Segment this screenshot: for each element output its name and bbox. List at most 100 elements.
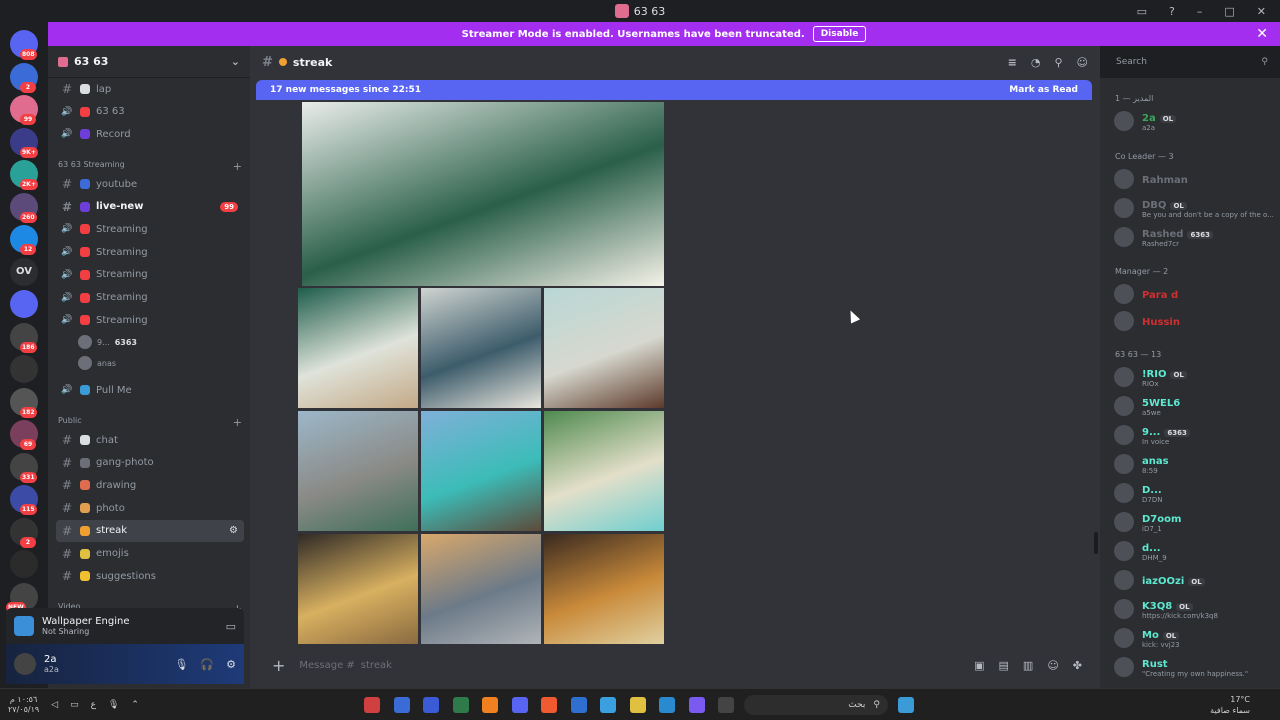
taskbar-app-icon[interactable] — [511, 697, 528, 713]
server-icon[interactable]: OV — [10, 257, 38, 286]
apps-icon[interactable]: ✤ — [1073, 659, 1082, 672]
taskbar-app-icon[interactable] — [423, 697, 439, 713]
disable-streamer-button[interactable]: Disable — [812, 26, 867, 42]
search-input[interactable]: Search ⚲ — [1110, 52, 1274, 72]
taskbar-app-icon[interactable] — [659, 697, 675, 713]
channel-voice[interactable]: 🔊 Pull Me — [56, 379, 244, 401]
threads-icon[interactable]: ≡ — [1008, 56, 1017, 69]
channel-voice[interactable]: 🔊 Streaming — [56, 309, 244, 331]
taskbar-app-icon[interactable] — [629, 697, 646, 713]
channel-voice[interactable]: 🔊 63 63 — [56, 101, 244, 123]
taskbar-search[interactable]: بحث ⚲ — [744, 695, 888, 715]
language-indicator[interactable]: ع — [91, 700, 96, 710]
member-item[interactable]: Rahman — [1110, 166, 1276, 192]
pin-icon[interactable]: ⚲ — [1054, 56, 1062, 69]
member-item[interactable]: Rashed 6363 Rashed7cr — [1110, 224, 1276, 250]
taskbar-app-icon[interactable] — [482, 697, 498, 713]
channel-text[interactable]: # emojis — [56, 543, 244, 565]
member-item[interactable]: d... DHM_9 — [1110, 538, 1276, 564]
channel-voice[interactable]: 🔊 Streaming — [56, 241, 244, 263]
channel-voice[interactable]: 🔊 Streaming — [56, 287, 244, 309]
member-item[interactable]: 2a OL a2a — [1110, 108, 1276, 134]
new-messages-bar[interactable]: 17 new messages since 22:51 Mark as Read — [256, 80, 1092, 100]
server-icon[interactable] — [10, 290, 38, 318]
sticker-icon[interactable]: ▥ — [1023, 659, 1033, 672]
message-composer[interactable]: + Message # streak ▣ ▤ ▥ ☺ ✤ — [262, 650, 1092, 680]
chevron-down-icon[interactable]: ⌄ — [231, 55, 240, 68]
member-item[interactable]: 5WEL6 a5we — [1110, 393, 1276, 419]
taskbar-app-icon[interactable] — [452, 697, 469, 713]
message-image[interactable] — [421, 534, 541, 644]
channel-text[interactable]: # drawing — [56, 474, 244, 496]
channel-category[interactable]: 63 63 Streaming + — [58, 160, 242, 173]
speaker-icon[interactable]: ◁ — [51, 700, 58, 710]
weather-widget[interactable]: 17°C سماء صافية — [1210, 694, 1250, 716]
message-image[interactable] — [298, 534, 418, 644]
channel-text[interactable]: # photo — [56, 497, 244, 519]
channel-voice[interactable]: 🔊 Streaming — [56, 264, 244, 286]
member-item[interactable]: Para d — [1110, 281, 1276, 307]
scrollbar[interactable] — [1094, 532, 1098, 554]
member-item[interactable]: K3Q8 OL https://kick.com/k3q8 — [1110, 596, 1276, 622]
settings-gear-icon[interactable]: ⚙ — [226, 658, 236, 671]
headphones-icon[interactable]: 🎧 — [200, 658, 214, 671]
member-item[interactable]: anas 8:59 — [1110, 451, 1276, 477]
member-item[interactable]: D7oom iD7_1 — [1110, 509, 1276, 535]
taskbar-app-icon[interactable] — [718, 697, 734, 713]
message-image[interactable] — [544, 411, 664, 531]
microphone-icon[interactable]: 🎙 — [174, 658, 188, 671]
taskbar-app-icon[interactable] — [541, 697, 557, 713]
taskbar-app-icon[interactable] — [600, 697, 616, 713]
server-icon[interactable] — [10, 550, 38, 578]
help-icon[interactable]: ? — [1169, 5, 1175, 18]
bell-icon[interactable]: ◔ — [1031, 56, 1041, 69]
member-item[interactable]: DBQ OL Be you and don't be a copy of the o… — [1110, 195, 1276, 221]
channel-voice[interactable]: 🔊 Streaming — [56, 218, 244, 240]
voice-user[interactable]: 9... 6363 — [78, 335, 137, 349]
close-window-button[interactable]: ✕ — [1257, 5, 1266, 18]
member-item[interactable]: !RIO OL RIOx — [1110, 364, 1276, 390]
voice-user[interactable]: anas — [78, 356, 116, 370]
channel-text[interactable]: # streak ⚙ — [56, 519, 244, 542]
message-image[interactable] — [298, 411, 418, 531]
minimize-button[interactable]: – — [1197, 5, 1203, 18]
member-item[interactable]: Rust "Creating my own happiness." — [1110, 654, 1276, 680]
taskbar-app-icon[interactable] — [393, 697, 410, 713]
gift-icon[interactable]: ▣ — [974, 659, 984, 672]
channel-text[interactable]: # gang-photo — [56, 452, 244, 474]
close-banner-icon[interactable]: ✕ — [1256, 26, 1268, 42]
message-image[interactable] — [421, 411, 541, 531]
tray-chevron-icon[interactable]: ⌃ — [131, 700, 139, 710]
screen-share-icon[interactable]: ▭ — [226, 620, 236, 633]
member-item[interactable]: Hussin — [1110, 308, 1276, 334]
network-icon[interactable]: ▭ — [70, 700, 79, 710]
add-attachment-icon[interactable]: + — [272, 656, 285, 675]
mic-tray-icon[interactable]: 🎙 — [108, 700, 119, 710]
message-image[interactable] — [298, 288, 418, 408]
member-item[interactable]: iazOOzi OL — [1110, 567, 1276, 593]
add-channel-icon[interactable]: + — [233, 160, 242, 173]
channel-voice[interactable]: 🔊 Record — [56, 123, 244, 145]
taskbar-clock[interactable]: ١٠:٥٦ م ٢٧/٠٥/١٩ — [8, 695, 39, 715]
channel-text[interactable]: # youtube — [56, 173, 244, 195]
gif-icon[interactable]: ▤ — [999, 659, 1009, 672]
channel-text[interactable]: # chat — [56, 429, 244, 451]
server-icon[interactable] — [10, 355, 38, 383]
taskbar-app-icon[interactable] — [570, 697, 587, 713]
channel-text[interactable]: # lap — [56, 78, 244, 100]
taskbar-app-icon[interactable] — [688, 697, 705, 713]
message-image[interactable] — [421, 288, 541, 408]
member-item[interactable]: D... D7DN — [1110, 480, 1276, 506]
channel-text[interactable]: # live-new 99 — [56, 196, 244, 218]
start-button-icon[interactable] — [898, 697, 914, 713]
members-icon[interactable]: ☺ — [1077, 56, 1088, 69]
add-channel-icon[interactable]: + — [233, 416, 242, 429]
emoji-icon[interactable]: ☺ — [1047, 659, 1058, 672]
maximize-button[interactable]: □ — [1224, 5, 1234, 18]
message-image[interactable] — [544, 288, 664, 408]
channel-category[interactable]: Public + — [58, 416, 242, 429]
member-item[interactable]: Mo OL kick: vvj23 — [1110, 625, 1276, 651]
member-item[interactable]: 9... 6363 In voice — [1110, 422, 1276, 448]
message-image[interactable] — [302, 102, 664, 286]
mark-as-read-button[interactable]: Mark as Read — [1009, 85, 1078, 95]
